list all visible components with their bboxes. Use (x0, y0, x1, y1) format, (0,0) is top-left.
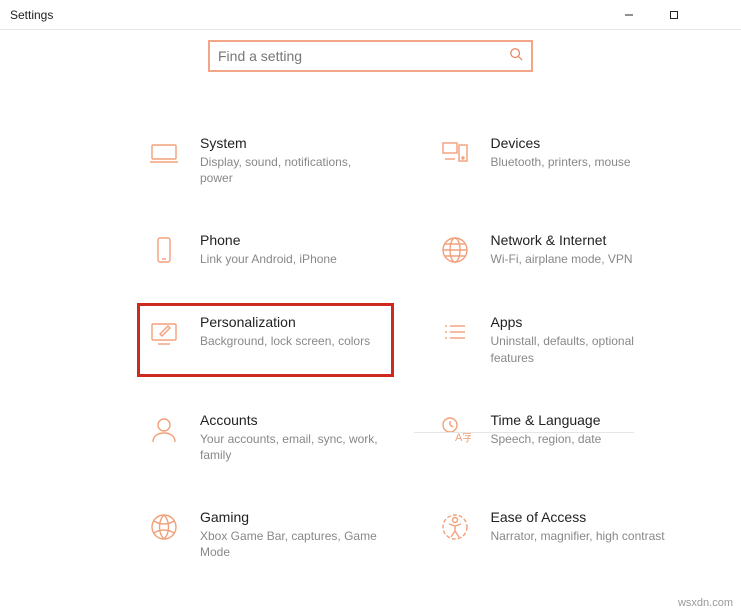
tile-title: System (200, 135, 381, 151)
apps-icon (437, 314, 473, 350)
tile-ease-of-access[interactable]: Ease of Access Narrator, magnifier, high… (431, 501, 682, 568)
tile-text: Personalization Background, lock screen,… (200, 314, 381, 349)
tile-desc: Your accounts, email, sync, work, family (200, 431, 381, 463)
search-box[interactable] (208, 40, 533, 72)
search-input[interactable] (218, 48, 509, 64)
tile-desc: Xbox Game Bar, captures, Game Mode (200, 528, 381, 560)
time-language-icon: A字 (437, 412, 473, 448)
window-controls (606, 0, 741, 30)
tile-system[interactable]: System Display, sound, notifications, po… (140, 127, 391, 194)
tile-title: Apps (491, 314, 672, 330)
tile-time[interactable]: A字 Time & Language Speech, region, date (431, 404, 682, 471)
personalization-icon (146, 314, 182, 350)
tile-text: Time & Language Speech, region, date (491, 412, 672, 447)
tile-title: Ease of Access (491, 509, 672, 525)
ease-of-access-icon (437, 509, 473, 545)
tile-title: Network & Internet (491, 232, 672, 248)
tile-text: Network & Internet Wi-Fi, airplane mode,… (491, 232, 672, 267)
tile-title: Accounts (200, 412, 381, 428)
tile-title: Phone (200, 232, 381, 248)
tile-text: Devices Bluetooth, printers, mouse (491, 135, 672, 170)
tile-devices[interactable]: Devices Bluetooth, printers, mouse (431, 127, 682, 194)
tile-title: Personalization (200, 314, 381, 330)
settings-grid: System Display, sound, notifications, po… (0, 72, 741, 569)
phone-icon (146, 232, 182, 268)
tile-accounts[interactable]: Accounts Your accounts, email, sync, wor… (140, 404, 391, 471)
watermark-text: wsxdn.com (678, 597, 733, 609)
tile-apps[interactable]: Apps Uninstall, defaults, optional featu… (431, 306, 682, 373)
search-icon (509, 47, 523, 66)
minimize-button[interactable] (606, 0, 651, 30)
tile-text: System Display, sound, notifications, po… (200, 135, 381, 186)
tile-desc: Display, sound, notifications, power (200, 154, 381, 186)
tile-text: Gaming Xbox Game Bar, captures, Game Mod… (200, 509, 381, 560)
search-container (0, 40, 741, 72)
tile-text: Accounts Your accounts, email, sync, wor… (200, 412, 381, 463)
svg-text:A字: A字 (455, 430, 471, 444)
window-title: Settings (10, 8, 53, 22)
tile-title: Devices (491, 135, 672, 151)
tile-desc: Link your Android, iPhone (200, 251, 381, 267)
tile-gaming[interactable]: Gaming Xbox Game Bar, captures, Game Mod… (140, 501, 391, 568)
tile-text: Phone Link your Android, iPhone (200, 232, 381, 267)
tile-desc: Speech, region, date (491, 431, 672, 447)
tile-phone[interactable]: Phone Link your Android, iPhone (140, 224, 391, 276)
devices-icon (437, 135, 473, 171)
tile-desc: Background, lock screen, colors (200, 333, 381, 349)
tile-network[interactable]: Network & Internet Wi-Fi, airplane mode,… (431, 224, 682, 276)
tile-desc: Narrator, magnifier, high contrast (491, 528, 672, 544)
titlebar: Settings (0, 0, 741, 30)
system-icon (146, 135, 182, 171)
tile-personalization[interactable]: Personalization Background, lock screen,… (137, 303, 394, 376)
tile-text: Apps Uninstall, defaults, optional featu… (491, 314, 672, 365)
tile-desc: Bluetooth, printers, mouse (491, 154, 672, 170)
tile-title: Time & Language (491, 412, 672, 428)
accounts-icon (146, 412, 182, 448)
globe-icon (437, 232, 473, 268)
gaming-icon (146, 509, 182, 545)
tile-desc: Wi-Fi, airplane mode, VPN (491, 251, 672, 267)
tile-text: Ease of Access Narrator, magnifier, high… (491, 509, 672, 544)
maximize-button[interactable] (651, 0, 696, 30)
tile-desc: Uninstall, defaults, optional features (491, 333, 672, 365)
tile-title: Gaming (200, 509, 381, 525)
